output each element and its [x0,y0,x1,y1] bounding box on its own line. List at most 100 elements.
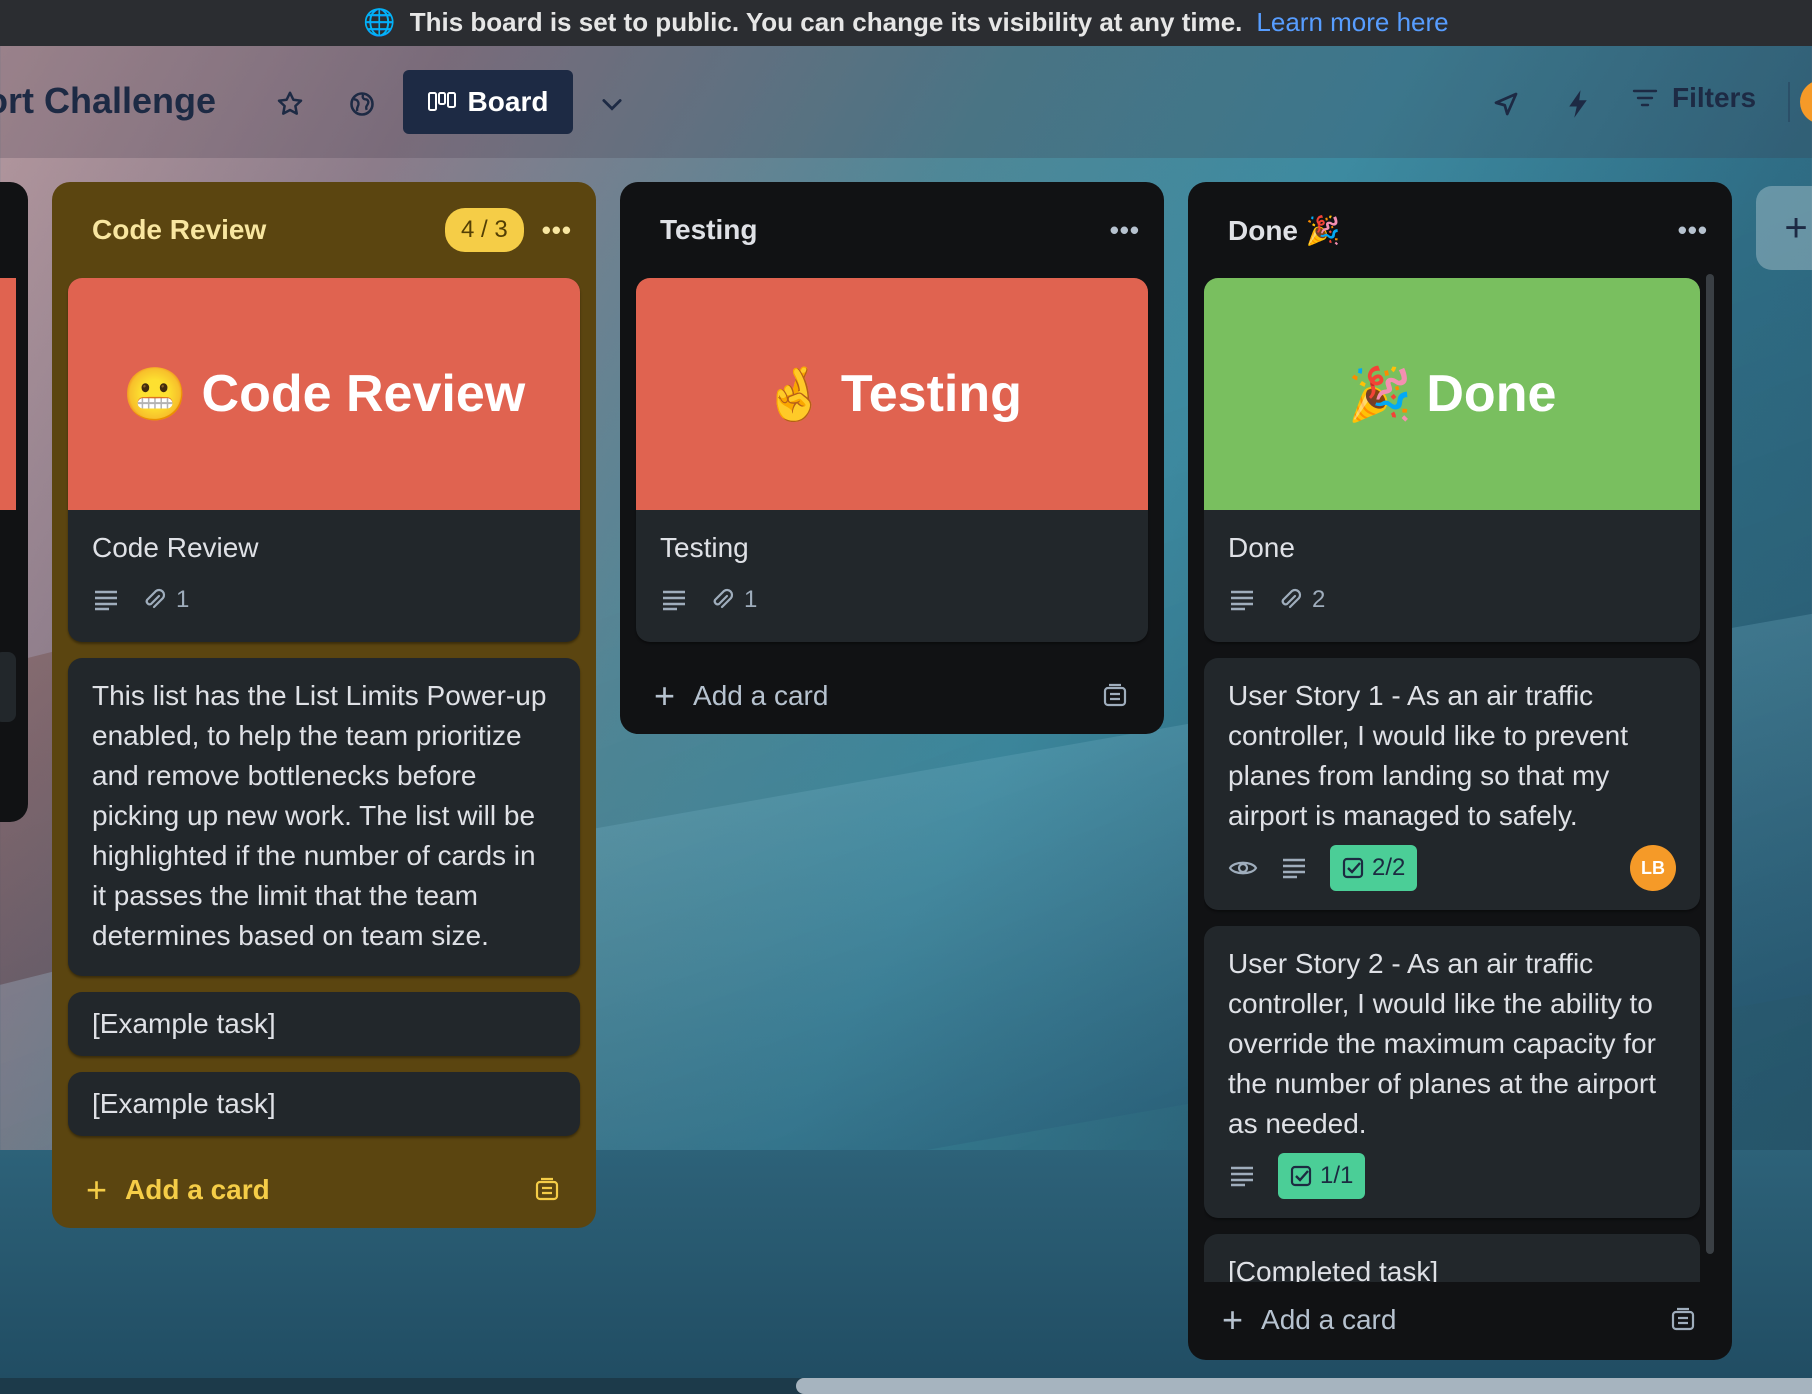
description-icon [1228,589,1256,611]
list-done: Done 🎉 ••• 🎉 Done Done 2 User Story 1 - … [1188,182,1732,1360]
template-icon[interactable] [1670,1307,1696,1333]
rocket-icon[interactable] [1486,84,1526,124]
chevron-down-icon[interactable] [592,84,632,124]
list-testing: Testing ••• 🤞 Testing Testing 1 + Add a … [620,182,1164,734]
card-scroll-area[interactable]: 🎉 Done Done 2 User Story 1 - As an air t… [1204,278,1700,1282]
list-title[interactable]: Testing [660,214,757,246]
add-card-label: Add a card [125,1174,270,1205]
checklist-icon [1342,857,1364,879]
board-view-label: Board [467,86,549,117]
list-header[interactable]: Code Review 4 / 3 ••• [68,182,580,278]
list-title[interactable]: Done 🎉 [1228,214,1341,247]
board-scrollbar[interactable] [0,1378,1812,1394]
card-cover: 😬 Code Review [68,278,580,510]
party-popper-emoji: 🎉 [1347,365,1413,424]
cover-text: Code Review [201,365,526,423]
filters-label: Filters [1672,82,1757,113]
attachment-count: 2 [1312,586,1326,613]
card[interactable]: [Completed task] [1204,1234,1700,1282]
checklist-badge: 1/1 [1278,1153,1366,1199]
template-icon[interactable] [534,1177,560,1203]
attachment-icon [145,588,166,609]
filters-button[interactable]: Filters [1632,82,1756,114]
card[interactable]: 😬 Code Review Code Review 1 [68,278,580,642]
list-header[interactable]: Done 🎉 ••• [1204,182,1716,278]
card[interactable]: User Story 1 - As an air traffic control… [1204,658,1700,910]
card[interactable]: [Example task] [68,992,580,1056]
attachment-count: 1 [744,586,758,613]
star-icon[interactable] [270,84,310,124]
board-view-button[interactable]: Board [403,70,573,134]
description-icon [92,589,120,611]
cover-text: Done [1426,365,1557,423]
description-icon [1280,857,1308,879]
attachment-badge: 1 [710,580,757,620]
board-header: ort Challenge Board Filters [0,46,1812,158]
add-card-button[interactable]: + Add a card [68,1152,580,1228]
card-title: [Example task] [92,1088,276,1119]
checklist-icon [1290,1165,1312,1187]
more-icon[interactable]: ••• [1110,215,1140,246]
card-cover[interactable] [0,278,16,510]
avatar[interactable]: LB [1630,845,1676,891]
card[interactable]: [Example task] [68,1072,580,1136]
add-card-button[interactable]: + Add a card [636,658,1148,734]
attachment-icon [1281,588,1302,609]
list-scrollbar[interactable] [1706,274,1714,1254]
list-code-review: Code Review 4 / 3 ••• 😬 Code Review Code… [52,182,596,1228]
attachment-badge: 2 [1278,580,1325,620]
card[interactable] [0,652,16,722]
card-title: [Completed task] [1228,1256,1439,1282]
add-list-button[interactable]: + [1756,186,1812,270]
learn-more-link[interactable]: Learn more here [1256,7,1448,38]
list-header[interactable]: Testing ••• [636,182,1148,278]
card-cover: 🤞 Testing [636,278,1148,510]
card-title: This list has the List Limits Power-up e… [92,680,547,951]
checklist-badge: 2/2 [1330,845,1418,891]
list-title[interactable]: Code Review [92,214,266,246]
add-card-button[interactable]: + Add a card [1204,1282,1716,1358]
checklist-count: 2/2 [1372,854,1406,881]
scrollbar-thumb[interactable] [796,1378,1812,1394]
card[interactable]: 🎉 Done Done 2 [1204,278,1700,642]
card-title: [Example task] [92,1008,276,1039]
board-icon [427,91,456,113]
visibility-banner: 🌐 This board is set to public. You can c… [0,0,1812,46]
attachment-badge: 1 [142,580,189,620]
description-icon [1228,1165,1256,1187]
card[interactable]: User Story 2 - As an air traffic control… [1204,926,1700,1218]
card[interactable]: This list has the List Limits Power-up e… [68,658,580,976]
plus-icon: + [1784,205,1808,250]
banner-text: This board is set to public. You can cha… [409,7,1243,37]
grimace-emoji: 😬 [122,365,188,424]
globe-icon[interactable] [342,84,382,124]
plus-icon: + [86,1169,108,1210]
template-icon[interactable] [1102,683,1128,709]
plus-icon: + [1222,1299,1244,1340]
add-card-label: Add a card [1261,1304,1397,1335]
checklist-count: 1/1 [1320,1162,1354,1189]
cover-text: Testing [840,365,1022,423]
card-title: Done [1228,532,1295,563]
board-title[interactable]: ort Challenge [0,80,216,122]
lightning-icon[interactable] [1558,84,1598,124]
list-partial [0,182,28,822]
globe-icon: 🌐 [363,7,396,37]
list-limit-badge: 4 / 3 [444,208,524,252]
card-title: User Story 1 - As an air traffic control… [1228,680,1628,831]
crossed-fingers-emoji: 🤞 [762,365,827,424]
card[interactable]: 🤞 Testing Testing 1 [636,278,1148,642]
attachment-icon [713,588,734,609]
card-cover: 🎉 Done [1204,278,1700,510]
description-icon [660,589,688,611]
avatar[interactable] [1800,80,1812,124]
filter-icon [1632,87,1658,109]
card-title: User Story 2 - As an air traffic control… [1228,948,1657,1139]
plus-icon: + [654,675,676,716]
card-title: Testing [660,532,749,563]
more-icon[interactable]: ••• [542,215,572,246]
add-card-label: Add a card [693,680,829,711]
more-icon[interactable]: ••• [1678,215,1708,246]
divider [1788,82,1790,122]
attachment-count: 1 [176,586,190,613]
